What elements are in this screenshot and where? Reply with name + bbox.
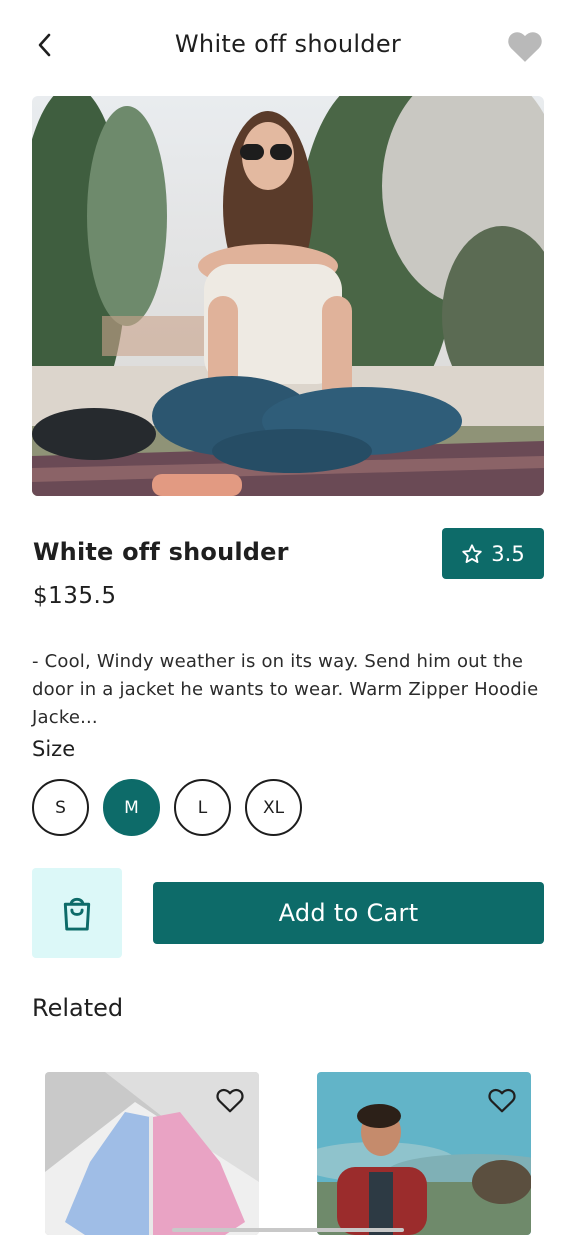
related-favorite-button[interactable] — [215, 1086, 245, 1114]
size-label: Size — [32, 737, 76, 761]
related-favorite-button[interactable] — [487, 1086, 517, 1114]
heart-outline-icon — [488, 1088, 516, 1113]
product-price: $135.5 — [33, 583, 117, 609]
size-selector: S M L XL — [32, 779, 302, 836]
shopping-bag-icon — [63, 897, 91, 931]
heart-icon — [508, 32, 542, 62]
size-option-xl[interactable]: XL — [245, 779, 302, 836]
product-name: White off shoulder — [33, 538, 289, 566]
top-bar: White off shoulder — [0, 0, 576, 90]
rating-value: 3.5 — [491, 541, 525, 566]
favorite-button[interactable] — [506, 28, 544, 64]
size-option-l[interactable]: L — [174, 779, 231, 836]
related-product-card[interactable] — [317, 1072, 531, 1235]
shopping-bag-button[interactable] — [32, 868, 122, 958]
related-product-card[interactable] — [45, 1072, 259, 1235]
heart-outline-icon — [216, 1088, 244, 1113]
related-heading: Related — [32, 994, 124, 1022]
product-description: - Cool, Windy weather is on its way. Sen… — [32, 651, 539, 728]
size-option-m[interactable]: M — [103, 779, 160, 836]
star-icon — [462, 543, 483, 563]
home-indicator — [172, 1228, 404, 1232]
product-image — [32, 96, 544, 496]
size-option-s[interactable]: S — [32, 779, 89, 836]
rating-badge: 3.5 — [442, 528, 544, 579]
add-to-cart-button[interactable]: Add to Cart — [153, 882, 544, 944]
page-title: White off shoulder — [174, 30, 402, 58]
